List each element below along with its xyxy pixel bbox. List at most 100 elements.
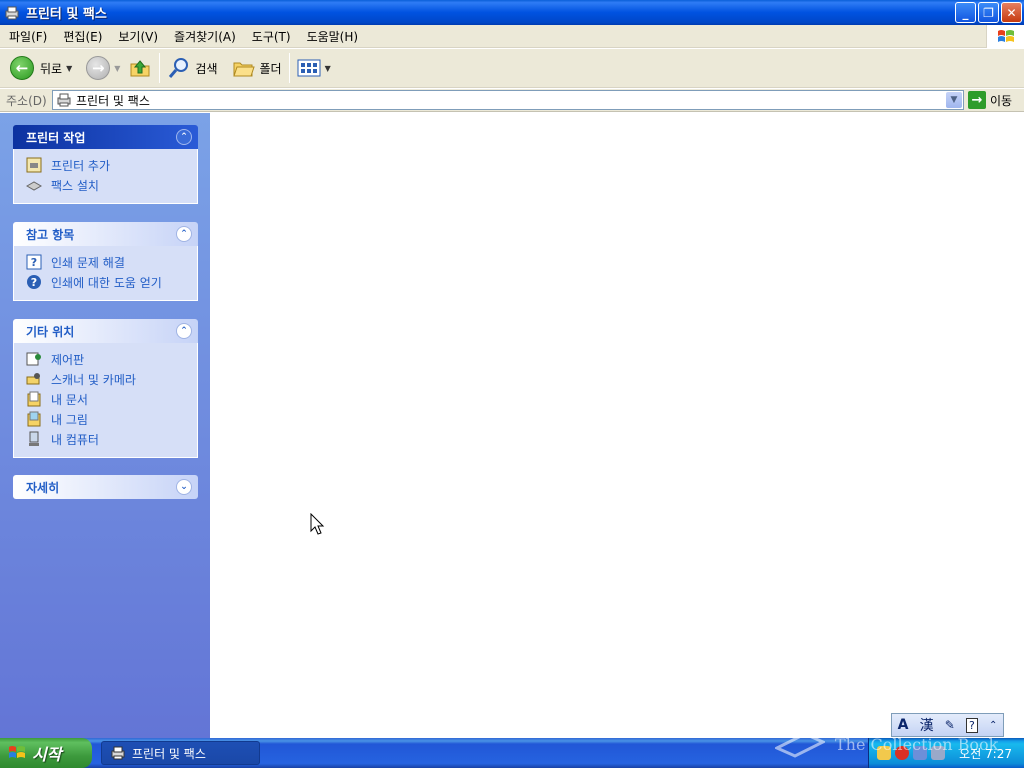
panel-title: 프린터 작업 (26, 130, 86, 145)
my-computer-icon (26, 431, 42, 447)
place-label: 스캐너 및 카메라 (51, 372, 136, 387)
fax-icon (26, 177, 42, 193)
close-button[interactable]: ✕ (1001, 2, 1022, 23)
views-dropdown-icon[interactable]: ▼ (325, 64, 331, 73)
task-add-printer[interactable]: 프린터 추가 (26, 155, 197, 175)
collapse-icon[interactable]: ⌃ (176, 129, 192, 145)
toolbar: ← 뒤로 ▼ → ▼ 검색 폴더 ▼ (0, 49, 1024, 88)
menu-file[interactable]: 파일(F) (0, 28, 54, 45)
back-button[interactable]: ← 뒤로 ▼ (6, 52, 76, 84)
menu-tools[interactable]: 도구(T) (243, 28, 298, 45)
panel-printer-tasks-header[interactable]: 프린터 작업 ⌃ (13, 125, 198, 149)
task-label: 인쇄 문제 해결 (51, 255, 125, 270)
back-dropdown-icon[interactable]: ▼ (66, 64, 72, 73)
views-icon (297, 59, 321, 77)
svg-text:?: ? (31, 256, 37, 269)
forward-dropdown-icon[interactable]: ▼ (114, 64, 120, 73)
task-pane: 프린터 작업 ⌃ 프린터 추가 팩스 설치 참고 항목 ⌃ ? 인쇄 문제 해결… (0, 113, 210, 738)
toolbar-separator (288, 53, 290, 83)
panel-details-header[interactable]: 자세히 ⌄ (13, 475, 198, 499)
scanner-camera-icon (26, 371, 42, 387)
restore-button[interactable]: ❐ (978, 2, 999, 23)
place-label: 내 문서 (51, 392, 88, 407)
search-icon (169, 58, 189, 78)
menu-edit[interactable]: 편집(E) (54, 28, 109, 45)
expand-icon[interactable]: ⌄ (176, 479, 192, 495)
task-setup-fax[interactable]: 팩스 설치 (26, 175, 197, 195)
search-label: 검색 (195, 61, 218, 76)
folders-button[interactable]: 폴더 (228, 52, 286, 84)
search-button[interactable]: 검색 (163, 52, 221, 84)
watermark: The Collection Book (775, 730, 998, 758)
panel-printer-tasks: 프린터 작업 ⌃ 프린터 추가 팩스 설치 (13, 125, 198, 204)
address-input[interactable]: 프린터 및 팩스 ▼ (52, 90, 964, 110)
panel-other-places: 기타 위치 ⌃ 제어판 스캐너 및 카메라 내 문서 내 그림 내 컴퓨터 (13, 319, 198, 458)
collapse-icon[interactable]: ⌃ (176, 323, 192, 339)
my-documents-icon (26, 391, 42, 407)
panel-title: 참고 항목 (26, 227, 75, 242)
printer-fax-icon (5, 6, 19, 19)
ime-options-icon[interactable]: ⌃ (989, 720, 997, 731)
my-pictures-icon (26, 411, 42, 427)
address-value: 프린터 및 팩스 (76, 93, 150, 108)
panel-title: 자세히 (26, 480, 60, 495)
printer-list-area[interactable] (210, 113, 1024, 738)
place-my-documents[interactable]: 내 문서 (26, 389, 197, 409)
book-logo-icon (775, 732, 825, 758)
place-control-panel[interactable]: 제어판 (26, 349, 197, 369)
address-label: 주소(D) (6, 93, 47, 108)
printer-fax-icon (111, 746, 125, 760)
task-label: 프린터 추가 (51, 158, 111, 173)
folders-label: 폴더 (259, 61, 282, 76)
go-arrow-icon: → (968, 91, 986, 109)
svg-text:?: ? (31, 276, 37, 289)
title-bar[interactable]: 프린터 및 팩스 _ ❐ ✕ (0, 0, 1024, 25)
menu-help[interactable]: 도움말(H) (298, 28, 366, 45)
place-my-pictures[interactable]: 내 그림 (26, 409, 197, 429)
minimize-button[interactable]: _ (955, 2, 976, 23)
address-bar: 주소(D) 프린터 및 팩스 ▼ → 이동 (0, 89, 1024, 112)
window-title: 프린터 및 팩스 (26, 7, 107, 22)
forward-arrow-icon: → (86, 56, 111, 80)
place-label: 내 그림 (51, 412, 88, 427)
task-label: 팩스 설치 (51, 178, 99, 193)
toolbar-separator (159, 53, 161, 83)
watermark-text: The Collection Book (835, 734, 999, 754)
task-label: 인쇄에 대한 도움 얻기 (51, 275, 162, 290)
help-book-icon: ? (26, 254, 42, 270)
place-label: 제어판 (51, 352, 85, 367)
taskbar-window-printers-faxes[interactable]: 프린터 및 팩스 (101, 741, 260, 765)
place-scanners-cameras[interactable]: 스캐너 및 카메라 (26, 369, 197, 389)
windows-logo-icon (986, 25, 1024, 48)
start-label: 시작 (32, 745, 62, 764)
panel-see-also-header[interactable]: 참고 항목 ⌃ (13, 222, 198, 246)
panel-other-places-header[interactable]: 기타 위치 ⌃ (13, 319, 198, 343)
menu-view[interactable]: 보기(V) (109, 28, 165, 45)
back-arrow-icon: ← (10, 56, 34, 80)
help-circle-icon: ? (26, 274, 42, 290)
windows-flag-icon (9, 746, 25, 758)
start-button[interactable]: 시작 (0, 738, 92, 768)
views-button[interactable]: ▼ (293, 52, 335, 84)
task-troubleshoot-printing[interactable]: ? 인쇄 문제 해결 (26, 252, 197, 272)
mouse-cursor-icon (310, 513, 325, 535)
up-folder-button[interactable] (124, 52, 156, 84)
place-label: 내 컴퓨터 (51, 432, 99, 447)
panel-title: 기타 위치 (26, 324, 75, 339)
collapse-icon[interactable]: ⌃ (176, 226, 192, 242)
go-button[interactable]: → 이동 (968, 91, 1012, 109)
add-printer-icon (26, 157, 42, 173)
control-panel-icon (26, 351, 42, 367)
menu-bar: 파일(F) 편집(E) 보기(V) 즐겨찾기(A) 도구(T) 도움말(H) (0, 25, 1024, 48)
menu-favorites[interactable]: 즐겨찾기(A) (165, 28, 243, 45)
panel-see-also: 참고 항목 ⌃ ? 인쇄 문제 해결 ? 인쇄에 대한 도움 얻기 (13, 222, 198, 301)
go-label: 이동 (990, 93, 1013, 108)
up-folder-icon (130, 60, 150, 77)
place-my-computer[interactable]: 내 컴퓨터 (26, 429, 197, 449)
task-get-printing-help[interactable]: ? 인쇄에 대한 도움 얻기 (26, 272, 197, 292)
forward-button[interactable]: → ▼ (82, 52, 124, 84)
taskbar-window-label: 프린터 및 팩스 (132, 746, 206, 761)
panel-details: 자세히 ⌄ (13, 475, 198, 499)
address-dropdown-icon[interactable]: ▼ (946, 92, 962, 108)
printer-fax-icon (57, 93, 71, 107)
